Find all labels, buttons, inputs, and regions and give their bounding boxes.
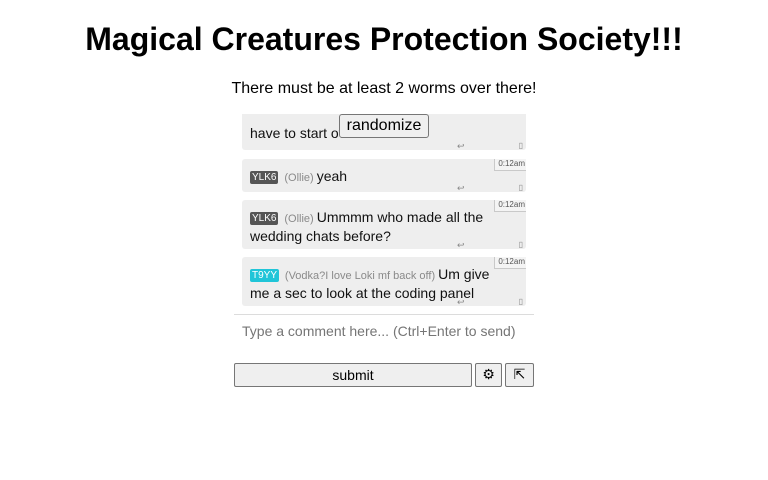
user-id-badge[interactable]: T9YY	[250, 269, 280, 282]
edit-icon[interactable]: ▯	[519, 240, 523, 250]
popout-icon: ⇱	[513, 367, 526, 383]
user-nickname: (Ollie)	[284, 213, 314, 225]
edit-icon[interactable]: ▯	[519, 297, 523, 307]
user-id-badge[interactable]: YLK6	[250, 171, 279, 184]
reply-icon[interactable]: ↩	[457, 297, 465, 307]
page-subtitle: There must be at least 2 worms over ther…	[231, 80, 537, 97]
settings-button[interactable]: ⚙	[475, 363, 502, 387]
composer-divider	[234, 314, 534, 315]
user-id-badge[interactable]: YLK6	[250, 212, 279, 225]
chat-message: 0:12am YLK6 (Ollie) yeah ↩ ▯	[242, 159, 526, 193]
reply-icon[interactable]: ↩	[457, 240, 465, 250]
reply-icon[interactable]: ↩	[457, 141, 465, 151]
chat-message: 0:12am T9YY (Vodka?I love Loki mf back o…	[242, 257, 526, 307]
chat-message: 0:12am YLK6 (Ollie) Ummmm who made all th…	[242, 200, 526, 250]
comment-input[interactable]	[234, 318, 534, 344]
page-title: Magical Creatures Protection Society!!!	[85, 21, 683, 57]
popout-button[interactable]: ⇱	[505, 363, 534, 387]
user-nickname: (Ollie)	[284, 172, 314, 184]
reply-icon[interactable]: ↩	[457, 183, 465, 193]
edit-icon[interactable]: ▯	[519, 141, 523, 151]
user-nickname: (Vodka?I love Loki mf back off)	[284, 270, 436, 282]
edit-icon[interactable]: ▯	[519, 183, 523, 193]
submit-button[interactable]: submit	[234, 363, 472, 387]
chat-message-list[interactable]: have to start over ↩ ▯ 0:12am YLK6 (Olli…	[242, 114, 526, 312]
gear-icon: ⚙	[482, 367, 495, 383]
message-text: yeah	[316, 168, 348, 184]
randomize-button[interactable]: randomize	[339, 114, 429, 138]
